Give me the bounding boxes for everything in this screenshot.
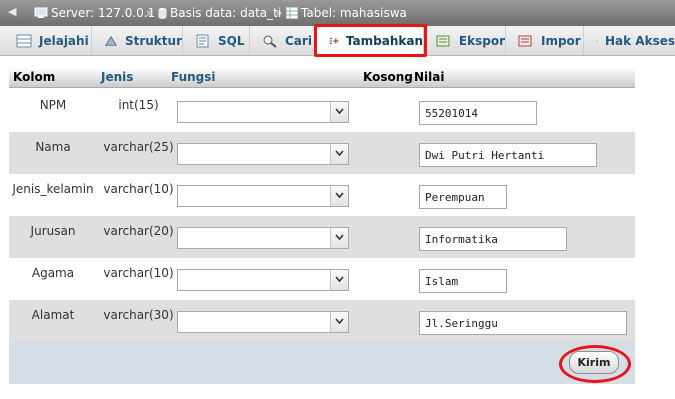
tab-label: Struktur <box>124 33 182 48</box>
table-row: Jenis_kelamin varchar(10) Perempuan <box>9 174 635 216</box>
breadcrumb-table-label: Tabel: mahasiswa <box>301 6 407 20</box>
submit-highlight-annotation <box>559 345 631 383</box>
table-row: Agama varchar(10) Islam <box>9 258 635 300</box>
search-icon <box>263 35 277 48</box>
dropdown-button[interactable] <box>330 144 348 164</box>
table-header: Kolom Jenis Fungsi Kosong Nilai <box>9 67 635 88</box>
value-input[interactable]: Informatika <box>419 227 567 251</box>
function-select[interactable] <box>177 185 349 207</box>
function-select[interactable] <box>177 101 349 123</box>
table-row: Jurusan varchar(20) Informatika <box>9 216 635 258</box>
browse-icon <box>16 34 32 47</box>
table-row: NPM int(15) 55201014 <box>9 90 635 132</box>
sql-icon <box>196 34 209 47</box>
chevron-down-icon <box>335 318 344 325</box>
value-input[interactable]: Perempuan <box>419 185 507 209</box>
chevron-down-icon <box>335 150 344 157</box>
structure-icon <box>104 35 117 46</box>
column-type: varchar(10) <box>103 182 174 196</box>
column-name: Nama <box>35 140 71 154</box>
function-select[interactable] <box>177 143 349 165</box>
tab-label: Hak Akses <box>605 33 675 48</box>
breadcrumb-server[interactable]: Server: 127.0.0.1 <box>34 6 155 20</box>
function-select[interactable] <box>177 227 349 249</box>
value-input[interactable]: Islam <box>419 269 507 293</box>
column-type: int(15) <box>118 98 159 112</box>
tab-label: Cari <box>285 33 312 48</box>
tab-label: Ekspor <box>458 33 505 48</box>
column-type: varchar(30) <box>103 308 174 322</box>
breadcrumb-separator: » <box>146 6 154 20</box>
column-name: Alamat <box>31 308 75 322</box>
function-select[interactable] <box>177 269 349 291</box>
column-name: Jenis_kelamin <box>12 182 94 196</box>
tab-label: Impor <box>541 33 581 48</box>
database-icon <box>158 8 167 19</box>
dropdown-button[interactable] <box>330 312 348 332</box>
tab-hak-akses[interactable]: Hak Akses <box>584 26 675 55</box>
function-select[interactable] <box>177 311 349 333</box>
tab-struktur[interactable]: Struktur <box>92 26 183 55</box>
collapse-arrow-icon[interactable]: ◀ <box>8 5 16 18</box>
column-name: Jurusan <box>30 224 76 238</box>
column-name: NPM <box>39 98 67 112</box>
import-icon <box>518 35 532 46</box>
breadcrumb-bar: ◀ Server: 127.0.0.1 » Basis data: data_t… <box>0 0 675 26</box>
breadcrumb-database-label: Basis data: data_ti <box>170 6 282 20</box>
value-input[interactable]: 55201014 <box>419 101 537 125</box>
tab-label: Jelajahi <box>39 33 89 48</box>
header-nilai: Nilai <box>414 70 445 84</box>
chevron-down-icon <box>335 108 344 115</box>
value-input[interactable]: Dwi Putri Hertanti <box>419 143 597 167</box>
column-type: varchar(25) <box>103 140 174 154</box>
dropdown-button[interactable] <box>330 228 348 248</box>
server-icon <box>34 7 48 18</box>
value-input[interactable]: Jl.Seringgu <box>419 311 627 335</box>
tab-ekspor[interactable]: Ekspor <box>424 26 506 55</box>
tab-cari[interactable]: Cari <box>250 26 317 55</box>
tab-label: SQL <box>218 33 245 48</box>
table-row: Alamat varchar(30) Jl.Seringgu <box>9 300 635 342</box>
column-type: varchar(20) <box>103 224 174 238</box>
tab-sql[interactable]: SQL <box>183 26 250 55</box>
breadcrumb-server-label: Server: 127.0.0.1 <box>51 6 156 20</box>
tab-jelajahi[interactable]: Jelajahi <box>4 26 92 55</box>
table-row: Nama varchar(25) Dwi Putri Hertanti <box>9 132 635 174</box>
chevron-down-icon <box>335 276 344 283</box>
breadcrumb-table[interactable]: Tabel: mahasiswa <box>286 6 407 20</box>
header-kosong: Kosong <box>363 70 413 84</box>
privileges-icon <box>596 39 598 42</box>
dropdown-button[interactable] <box>330 270 348 290</box>
tab-impor[interactable]: Impor <box>506 26 584 55</box>
tab-highlight-annotation <box>314 24 427 57</box>
dropdown-button[interactable] <box>330 186 348 206</box>
header-kolom: Kolom <box>13 70 56 84</box>
chevron-down-icon <box>335 234 344 241</box>
dropdown-button[interactable] <box>330 102 348 122</box>
form-footer: Kirim <box>9 342 635 384</box>
export-icon <box>436 35 450 46</box>
table-icon <box>286 7 298 19</box>
column-name: Agama <box>31 266 75 280</box>
header-fungsi[interactable]: Fungsi <box>171 70 216 84</box>
breadcrumb-database[interactable]: Basis data: data_ti <box>158 6 281 20</box>
header-jenis[interactable]: Jenis <box>101 70 133 84</box>
column-type: varchar(10) <box>103 266 174 280</box>
chevron-down-icon <box>335 192 344 199</box>
breadcrumb-separator: » <box>275 6 283 20</box>
